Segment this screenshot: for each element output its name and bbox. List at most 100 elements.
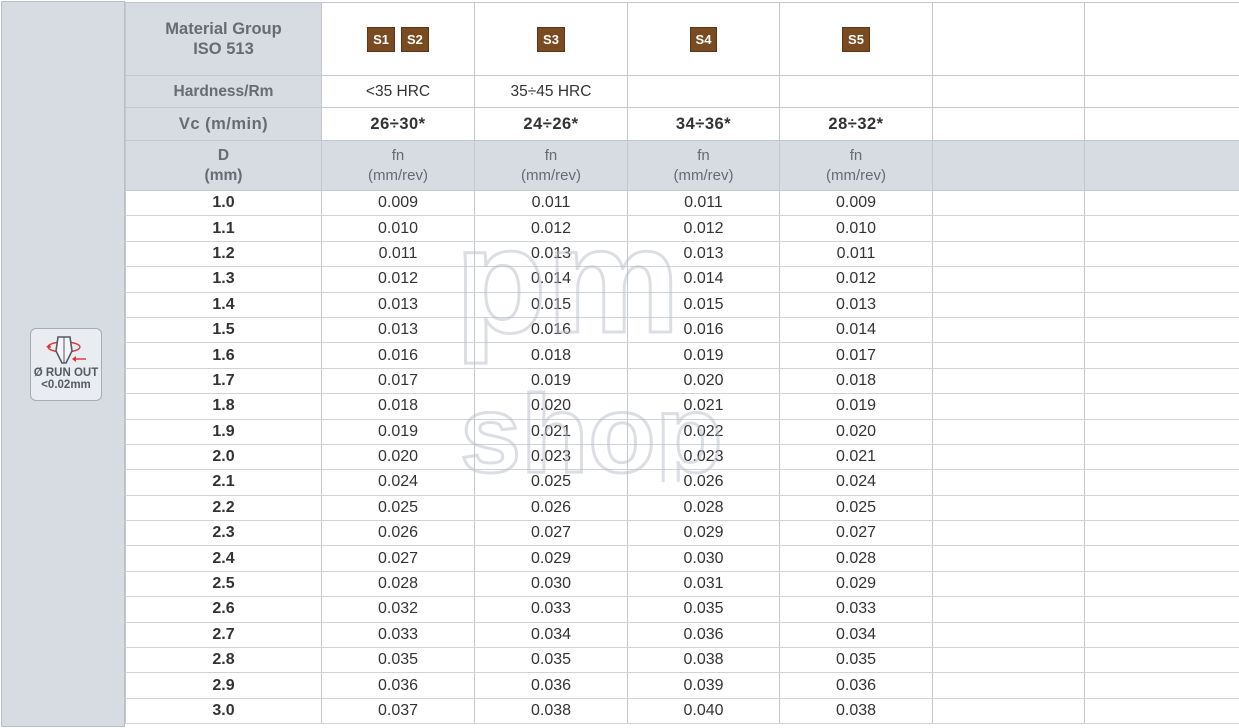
drill-runout-icon bbox=[31, 333, 101, 367]
empty-cell bbox=[932, 647, 1085, 674]
feed-cell: 0.021 bbox=[627, 393, 780, 420]
badge-s3: S3 bbox=[537, 26, 565, 52]
diameter-cell: 2.5 bbox=[125, 570, 322, 598]
empty-cell bbox=[932, 443, 1085, 471]
feed-cell: 0.013 bbox=[627, 240, 780, 268]
feed-cell: 0.014 bbox=[474, 266, 628, 293]
feed-cell: 0.019 bbox=[779, 393, 933, 420]
feed-header: fn (mm/rev) bbox=[627, 140, 780, 191]
empty-cell bbox=[932, 520, 1085, 547]
feed-cell: 0.036 bbox=[627, 621, 780, 649]
feed-cell: 0.036 bbox=[779, 672, 933, 699]
feed-cell: 0.034 bbox=[779, 621, 933, 649]
table-row: 2.0 0.020 0.023 0.023 0.021 bbox=[125, 443, 1239, 471]
empty-cell bbox=[932, 367, 1085, 395]
feed-cell: 0.029 bbox=[474, 545, 628, 572]
diameter-cell: 2.1 bbox=[125, 469, 322, 496]
feed-cell: 0.011 bbox=[627, 189, 780, 217]
feed-cell: 0.034 bbox=[474, 621, 628, 649]
feed-cell: 0.025 bbox=[321, 494, 475, 522]
hardness-row: Hardness/Rm <35 HRC 35÷45 HRC bbox=[125, 75, 1239, 108]
feed-cell: 0.020 bbox=[474, 393, 628, 420]
table-row: 2.2 0.025 0.026 0.028 0.025 bbox=[125, 494, 1239, 522]
empty-cell bbox=[932, 697, 1085, 725]
empty-cell bbox=[932, 266, 1085, 293]
table-row: 2.9 0.036 0.036 0.039 0.036 bbox=[125, 672, 1239, 699]
feed-cell: 0.014 bbox=[779, 316, 933, 344]
feed-cell: 0.019 bbox=[474, 367, 628, 395]
material-col-1: S1 S2 bbox=[321, 2, 475, 76]
empty-cell bbox=[932, 672, 1085, 699]
empty-cell bbox=[1084, 570, 1239, 598]
feed-cell: 0.028 bbox=[627, 494, 780, 522]
empty-cell bbox=[932, 215, 1085, 242]
empty-cell bbox=[932, 418, 1085, 445]
material-col-3: S4 bbox=[627, 2, 780, 76]
empty-cell bbox=[932, 240, 1085, 268]
hardness-label: Hardness/Rm bbox=[125, 75, 322, 108]
feed-cell: 0.016 bbox=[627, 316, 780, 344]
empty-cell bbox=[932, 494, 1085, 522]
feed-cell: 0.028 bbox=[779, 545, 933, 572]
table-row: 1.2 0.011 0.013 0.013 0.011 bbox=[125, 240, 1239, 268]
table-row: 1.4 0.013 0.015 0.015 0.013 bbox=[125, 291, 1239, 318]
feed-cell: 0.020 bbox=[779, 418, 933, 445]
feed-cell: 0.019 bbox=[627, 342, 780, 369]
feed-cell: 0.020 bbox=[321, 443, 475, 471]
feed-cell: 0.015 bbox=[627, 291, 780, 318]
feed-cell: 0.035 bbox=[474, 647, 628, 674]
feed-cell: 0.025 bbox=[474, 469, 628, 496]
feed-cell: 0.033 bbox=[474, 596, 628, 623]
empty-cell bbox=[1084, 393, 1239, 420]
empty-cell bbox=[1084, 672, 1239, 699]
diameter-cell: 1.8 bbox=[125, 393, 322, 420]
feed-cell: 0.013 bbox=[779, 291, 933, 318]
feed-cell: 0.012 bbox=[779, 266, 933, 293]
feed-cell: 0.030 bbox=[627, 545, 780, 572]
feed-cell: 0.023 bbox=[627, 443, 780, 471]
empty-cell bbox=[1084, 596, 1239, 623]
feed-cell: 0.035 bbox=[627, 596, 780, 623]
feed-cell: 0.027 bbox=[321, 545, 475, 572]
feed-cell: 0.021 bbox=[474, 418, 628, 445]
empty-cell bbox=[932, 342, 1085, 369]
badge-s4: S4 bbox=[689, 26, 718, 52]
feed-cell: 0.020 bbox=[627, 367, 780, 395]
feed-cell: 0.018 bbox=[474, 342, 628, 369]
empty-cell bbox=[1084, 443, 1239, 471]
vc-value: 26÷30* bbox=[321, 107, 475, 141]
diameter-cell: 1.4 bbox=[125, 291, 322, 318]
cutting-data-table: Material Group ISO 513 S1 S2 S3 S4 S5 Har… bbox=[125, 2, 1239, 725]
empty-cell bbox=[932, 75, 1085, 108]
table-row: 2.4 0.027 0.029 0.030 0.028 bbox=[125, 545, 1239, 572]
hardness-value bbox=[779, 75, 933, 108]
feed-cell: 0.017 bbox=[779, 342, 933, 369]
badge-s1: S1 bbox=[367, 26, 395, 52]
feed-cell: 0.013 bbox=[321, 291, 475, 318]
empty-cell bbox=[1084, 367, 1239, 395]
feed-cell: 0.024 bbox=[321, 469, 475, 496]
empty-cell bbox=[1084, 494, 1239, 522]
runout-badge: Ø RUN OUT <0.02mm bbox=[30, 328, 102, 401]
diameter-cell: 2.4 bbox=[125, 545, 322, 572]
cutting-speed-row: Vc (m/min) 26÷30* 24÷26* 34÷36* 28÷32* bbox=[125, 107, 1239, 141]
feed-cell: 0.012 bbox=[474, 215, 628, 242]
feed-cell: 0.027 bbox=[474, 520, 628, 547]
diameter-cell: 2.7 bbox=[125, 621, 322, 649]
hardness-value bbox=[627, 75, 780, 108]
feed-cell: 0.013 bbox=[321, 316, 475, 344]
empty-cell bbox=[1084, 107, 1239, 141]
feed-cell: 0.023 bbox=[474, 443, 628, 471]
table-row: 1.3 0.012 0.014 0.014 0.012 bbox=[125, 266, 1239, 293]
diameter-cell: 1.1 bbox=[125, 215, 322, 242]
feed-cell: 0.037 bbox=[321, 697, 475, 725]
feed-cell: 0.010 bbox=[321, 215, 475, 242]
empty-cell bbox=[1084, 240, 1239, 268]
empty-cell bbox=[932, 107, 1085, 141]
feed-cell: 0.031 bbox=[627, 570, 780, 598]
empty-cell bbox=[932, 291, 1085, 318]
feed-cell: 0.026 bbox=[627, 469, 780, 496]
table-row: 1.6 0.016 0.018 0.019 0.017 bbox=[125, 342, 1239, 369]
empty-cell bbox=[1084, 647, 1239, 674]
feed-cell: 0.025 bbox=[779, 494, 933, 522]
